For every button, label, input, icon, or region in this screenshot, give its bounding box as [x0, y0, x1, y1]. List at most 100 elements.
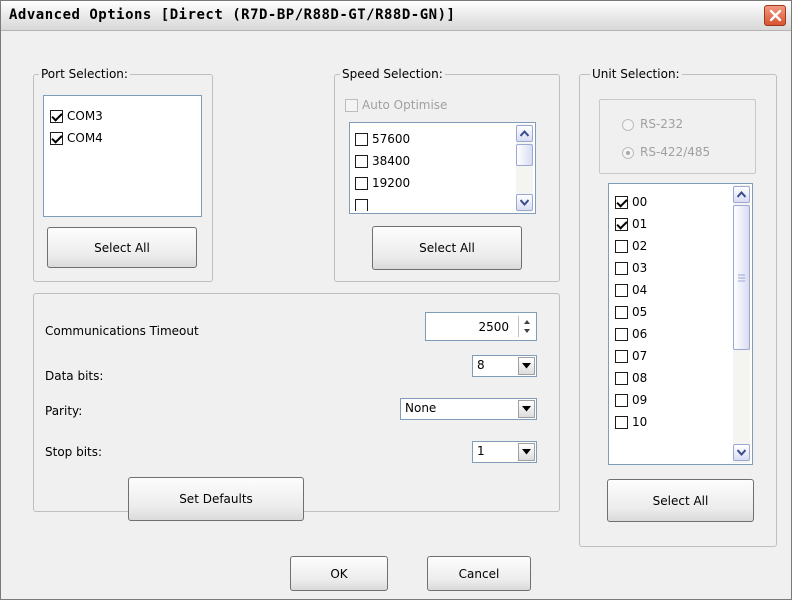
unit-item-03[interactable]: 03 [615, 258, 647, 278]
radio-button[interactable] [622, 147, 634, 159]
checkbox[interactable] [615, 283, 628, 297]
unit-item-08[interactable]: 08 [615, 368, 647, 388]
comm-timeout-label: Communications Timeout [45, 324, 199, 338]
comm-timeout-spinner[interactable]: 2500 [425, 312, 537, 341]
speed-item-label: 38400 [372, 154, 411, 168]
stop-bits-select[interactable]: 1 [472, 441, 537, 463]
radio-button[interactable] [622, 119, 634, 131]
ok-button[interactable]: OK [290, 556, 388, 591]
stop-bits-label: Stop bits: [45, 445, 103, 459]
checkbox[interactable] [615, 415, 628, 429]
speed-list-scrollbar[interactable] [516, 124, 533, 212]
scroll-thumb[interactable] [516, 144, 533, 166]
speed-item-label: 57600 [372, 132, 411, 146]
data-bits-value: 8 [477, 358, 485, 372]
checkbox[interactable] [355, 132, 368, 146]
grip-icon [738, 274, 745, 282]
dropdown-button[interactable] [518, 443, 535, 461]
speed-item-label: 19200 [372, 176, 411, 190]
checkbox[interactable] [355, 154, 368, 168]
unit-list: 00 01 02 03 04 05 06 07 08 09 10 [608, 183, 753, 465]
rs422-label: RS-422/485 [640, 145, 711, 159]
scroll-down-button[interactable] [516, 194, 533, 211]
unit-selection-legend: Unit Selection: [590, 67, 682, 81]
chevron-down-icon [522, 406, 531, 412]
checkbox[interactable] [615, 327, 628, 341]
set-defaults-button[interactable]: Set Defaults [128, 477, 304, 521]
checkbox[interactable] [615, 195, 628, 209]
checkbox[interactable] [615, 261, 628, 275]
unit-item-00[interactable]: 00 [615, 192, 647, 212]
unit-item-label: 10 [632, 415, 648, 429]
comm-timeout-value: 2500 [478, 320, 509, 334]
port-select-all-button[interactable]: Select All [47, 227, 197, 268]
auto-optimise-checkbox[interactable]: Auto Optimise [345, 95, 447, 115]
checkbox[interactable] [345, 98, 358, 112]
unit-selection-group: Unit Selection: RS-232 RS-422/485 00 01 … [579, 67, 777, 547]
unit-item-07[interactable]: 07 [615, 346, 647, 366]
spin-arrows-icon[interactable] [518, 316, 534, 337]
parity-label: Parity: [45, 404, 83, 418]
unit-item-01[interactable]: 01 [615, 214, 647, 234]
checkbox [355, 199, 368, 211]
speed-item-57600[interactable]: 57600 [355, 129, 410, 149]
speed-item-partial [355, 199, 372, 211]
scroll-up-button[interactable] [733, 186, 750, 203]
unit-item-06[interactable]: 06 [615, 324, 647, 344]
port-item-label: COM4 [67, 131, 103, 145]
port-item-label: COM3 [67, 109, 103, 123]
checkbox[interactable] [355, 176, 368, 190]
scroll-thumb[interactable] [733, 205, 750, 350]
unit-item-label: 03 [632, 261, 648, 275]
speed-item-19200[interactable]: 19200 [355, 173, 410, 193]
unit-item-label: 05 [632, 305, 648, 319]
checkbox[interactable] [615, 217, 628, 231]
unit-item-09[interactable]: 09 [615, 390, 647, 410]
checkbox[interactable] [615, 371, 628, 385]
window-title: Advanced Options [Direct (R7D-BP/R88D-GT… [9, 7, 456, 23]
close-button[interactable] [764, 5, 786, 26]
data-bits-select[interactable]: 8 [472, 355, 537, 377]
scroll-up-button[interactable] [516, 125, 533, 142]
arrow-down-icon [737, 449, 746, 456]
unit-item-02[interactable]: 02 [615, 236, 647, 256]
data-bits-label: Data bits: [45, 369, 104, 383]
checkbox[interactable] [615, 305, 628, 319]
title-bar[interactable]: Advanced Options [Direct (R7D-BP/R88D-GT… [1, 1, 791, 31]
arrow-down-icon [520, 199, 529, 206]
unit-item-label: 01 [632, 217, 648, 231]
cancel-button[interactable]: Cancel [427, 556, 531, 591]
checkbox[interactable] [50, 109, 63, 123]
unit-list-scrollbar[interactable] [733, 185, 750, 463]
checkbox[interactable] [615, 393, 628, 407]
advanced-options-dialog: Advanced Options [Direct (R7D-BP/R88D-GT… [0, 0, 792, 600]
checkbox[interactable] [50, 131, 63, 145]
unit-item-label: 02 [632, 239, 648, 253]
port-item-com3[interactable]: COM3 [50, 106, 103, 126]
checkbox[interactable] [615, 349, 628, 363]
unit-item-label: 04 [632, 283, 648, 297]
settings-group: Communications Timeout 2500 Data bits: 8… [33, 293, 560, 521]
speed-item-38400[interactable]: 38400 [355, 151, 410, 171]
auto-optimise-label: Auto Optimise [362, 98, 448, 112]
dropdown-button[interactable] [518, 357, 535, 375]
parity-value: None [405, 401, 437, 415]
parity-select[interactable]: None [400, 398, 537, 420]
unit-item-04[interactable]: 04 [615, 280, 647, 300]
port-item-com4[interactable]: COM4 [50, 128, 103, 148]
scroll-down-button[interactable] [733, 444, 750, 461]
speed-selection-group: Speed Selection: Auto Optimise 57600 384… [334, 67, 560, 282]
dropdown-button[interactable] [518, 400, 535, 418]
unit-item-label: 07 [632, 349, 648, 363]
speed-select-all-button[interactable]: Select All [372, 226, 522, 270]
checkbox[interactable] [615, 239, 628, 253]
unit-item-10[interactable]: 10 [615, 412, 647, 432]
port-selection-legend: Port Selection: [39, 67, 130, 81]
chevron-down-icon [522, 363, 531, 369]
unit-item-05[interactable]: 05 [615, 302, 647, 322]
speed-list: 57600 38400 19200 [349, 122, 536, 214]
unit-select-all-button[interactable]: Select All [607, 479, 754, 522]
close-icon [769, 9, 782, 22]
rs232-label: RS-232 [640, 117, 684, 131]
unit-item-label: 09 [632, 393, 648, 407]
